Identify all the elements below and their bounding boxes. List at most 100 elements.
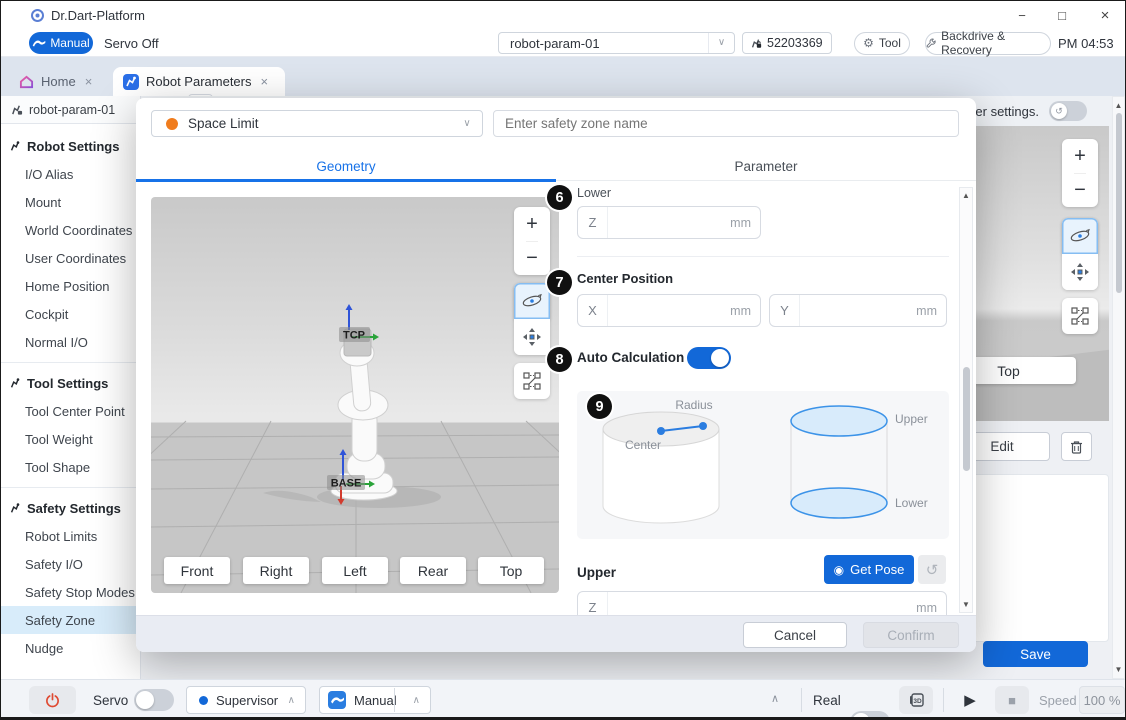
confirm-button[interactable]: Confirm [863, 622, 959, 648]
speed-value-button[interactable]: 100 % [1079, 686, 1125, 714]
dialog-scrollbar-thumb[interactable] [963, 367, 970, 471]
main-scrollbar-thumb[interactable] [1116, 113, 1122, 293]
sidebar-item-tool-shape[interactable]: Tool Shape [1, 453, 140, 481]
minimize-button[interactable]: − [1007, 3, 1037, 27]
view-front-button[interactable]: Front [164, 557, 230, 584]
divider [1, 362, 140, 363]
scroll-down-icon[interactable]: ▼ [960, 600, 972, 609]
unit-label: mm [730, 207, 760, 238]
bg-orbit-button[interactable] [1062, 218, 1098, 254]
lower-z-field: Z mm [577, 206, 761, 239]
user-role-select[interactable]: Supervisor ∧ [186, 686, 306, 714]
sidebar-item-nudge[interactable]: Nudge [1, 634, 140, 662]
center-y-field: Y mm [769, 294, 947, 327]
bg-measure-button[interactable] [1062, 298, 1098, 334]
sidebar-item-world-coordinates[interactable]: World Coordinates [1, 216, 140, 244]
scroll-up-icon[interactable]: ▲ [960, 191, 972, 200]
tab-home-close-icon[interactable]: × [83, 74, 95, 89]
lower-z-input[interactable] [608, 207, 730, 238]
robot-parameters-icon [123, 74, 139, 90]
tab-robot-parameters[interactable]: Robot Parameters × [113, 67, 285, 96]
pan-button[interactable] [514, 319, 550, 355]
save-button[interactable]: Save [983, 641, 1088, 667]
center-y-input[interactable] [800, 295, 916, 326]
bg-pan-button[interactable] [1062, 254, 1098, 290]
scroll-up-icon[interactable]: ▲ [1113, 101, 1124, 110]
gear-icon: ⚙ [863, 36, 874, 50]
view-top-button[interactable]: Top [478, 557, 544, 584]
sidebar-item-mount[interactable]: Mount [1, 188, 140, 216]
view-left-button[interactable]: Left [322, 557, 388, 584]
dialog-scrollbar[interactable]: ▲ ▼ [959, 187, 973, 613]
settings-toggle[interactable]: ↺ [1049, 101, 1087, 121]
main-toolbar: Manual Servo Off robot-param-01 ∨ 522033… [1, 29, 1125, 57]
close-button[interactable]: × [1090, 3, 1120, 27]
orbit-button[interactable] [514, 283, 550, 319]
pan-move-icon [1070, 262, 1090, 282]
geometry-3d-viewport[interactable]: TCP BASE [151, 197, 559, 593]
zoom-out-button[interactable]: − [526, 241, 538, 275]
main-scrollbar[interactable]: ▲ ▼ [1112, 96, 1125, 679]
separator [801, 688, 802, 712]
dock-collapse-icon[interactable]: ∧ [771, 692, 779, 705]
section-robot-settings: Robot Settings [1, 132, 140, 160]
servo-toggle[interactable] [134, 689, 174, 711]
tool-button[interactable]: ⚙ Tool [854, 32, 910, 55]
sidebar-item-robot-limits[interactable]: Robot Limits [1, 522, 140, 550]
chevron-up-icon: ∧ [413, 695, 430, 706]
bg-zoom-in-button[interactable]: + [1074, 139, 1086, 173]
view-rear-button[interactable]: Rear [400, 557, 466, 584]
mode-button[interactable]: Manual [29, 32, 93, 54]
sidebar-item-tool-center-point[interactable]: Tool Center Point [1, 397, 140, 425]
sidebar-item-tool-weight[interactable]: Tool Weight [1, 425, 140, 453]
center-label: Center [625, 438, 661, 452]
unit-label: mm [916, 295, 946, 326]
measure-button[interactable] [514, 363, 550, 399]
sidebar-item-cockpit[interactable]: Cockpit [1, 300, 140, 328]
window-title: Dr.Dart-Platform [51, 8, 145, 23]
power-button[interactable] [29, 686, 76, 714]
tab-robot-parameters-close-icon[interactable]: × [259, 74, 271, 89]
base-label: BASE [331, 478, 362, 490]
tab-home[interactable]: Home × [9, 67, 104, 96]
simulator-button[interactable]: 3D [899, 686, 933, 714]
backdrive-recovery-button[interactable]: Backdrive & Recovery [925, 32, 1051, 55]
cylinder-diagram: Radius Center Upper Lower [577, 391, 949, 539]
cancel-button[interactable]: Cancel [743, 622, 847, 648]
user-role-value: Supervisor [208, 693, 288, 708]
zone-name-input[interactable] [493, 110, 959, 137]
play-button[interactable]: ▶ [953, 686, 987, 714]
orbit-rotate-icon [1069, 227, 1091, 245]
get-pose-button[interactable]: ◉ Get Pose [824, 555, 914, 584]
stop-button[interactable]: ■ [995, 686, 1029, 714]
section-safety-settings: Safety Settings [1, 494, 140, 522]
sidebar-item-safety-io[interactable]: Safety I/O [1, 550, 140, 578]
tab-geometry[interactable]: Geometry [136, 151, 556, 181]
section-title: Safety Settings [27, 501, 121, 516]
step-badge-6: 6 [547, 185, 572, 210]
maximize-button[interactable]: □ [1047, 3, 1077, 27]
scroll-down-icon[interactable]: ▼ [1113, 665, 1124, 674]
sidebar-item-safety-zone[interactable]: Safety Zone [1, 606, 140, 634]
measure-icon [522, 371, 542, 391]
sidebar-item-io-alias[interactable]: I/O Alias [1, 160, 140, 188]
bg-zoom-out-button[interactable]: − [1074, 173, 1086, 207]
view-right-button[interactable]: Right [243, 557, 309, 584]
robot-lock-icon [750, 37, 762, 49]
delete-button[interactable] [1061, 432, 1092, 461]
sidebar-item-safety-stop-modes[interactable]: Safety Stop Modes [1, 578, 140, 606]
auto-calculation-toggle[interactable] [687, 347, 731, 369]
tab-parameter[interactable]: Parameter [556, 151, 976, 181]
sidebar-item-user-coordinates[interactable]: User Coordinates [1, 244, 140, 272]
sidebar-item-normal-io[interactable]: Normal I/O [1, 328, 140, 356]
zoom-in-button[interactable]: + [526, 207, 538, 241]
sidebar-item-home-position[interactable]: Home Position [1, 272, 140, 300]
reset-pose-button[interactable]: ↺ [918, 555, 946, 584]
tab-home-label: Home [41, 74, 76, 89]
section-title: Tool Settings [27, 376, 108, 391]
real-mode-toggle[interactable] [850, 711, 890, 720]
param-select[interactable]: robot-param-01 ∨ [498, 32, 735, 54]
center-x-input[interactable] [608, 295, 730, 326]
zone-type-select[interactable]: Space Limit ∨ [151, 110, 483, 137]
robot-mode-select[interactable]: Manual ∧ [319, 686, 431, 714]
